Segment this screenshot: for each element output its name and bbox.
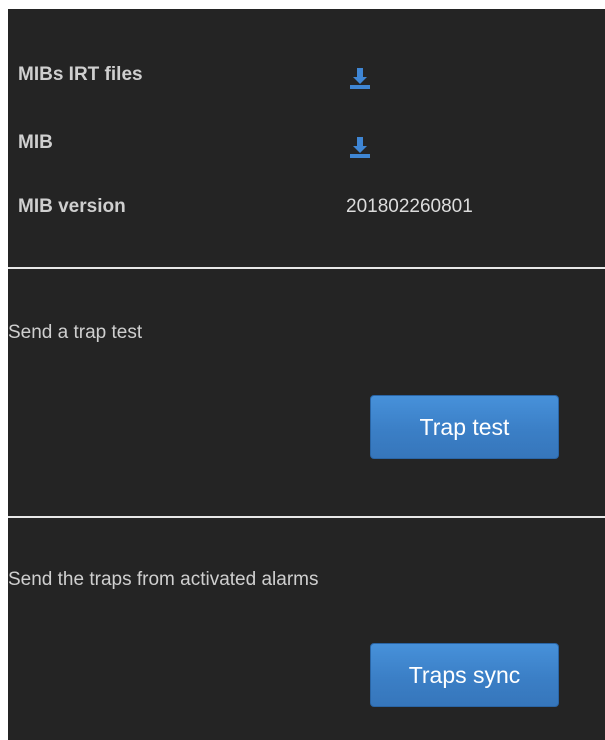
traps-sync-description: Send the traps from activated alarms [8, 569, 319, 590]
mibs-irt-files-label: MIBs IRT files [18, 64, 143, 85]
trap-test-button[interactable]: Trap test [370, 395, 559, 459]
download-icon[interactable] [348, 135, 372, 159]
divider [8, 516, 605, 518]
traps-sync-button[interactable]: Traps sync [370, 643, 559, 707]
snmp-panel: MIBs IRT files MIB MIB version 201802260… [8, 9, 605, 740]
mib-label: MIB [18, 132, 53, 153]
trap-test-description: Send a trap test [8, 322, 143, 343]
mib-version-value: 201802260801 [346, 196, 473, 217]
divider [8, 267, 605, 269]
download-icon[interactable] [348, 66, 372, 90]
mib-version-label: MIB version [18, 196, 126, 217]
